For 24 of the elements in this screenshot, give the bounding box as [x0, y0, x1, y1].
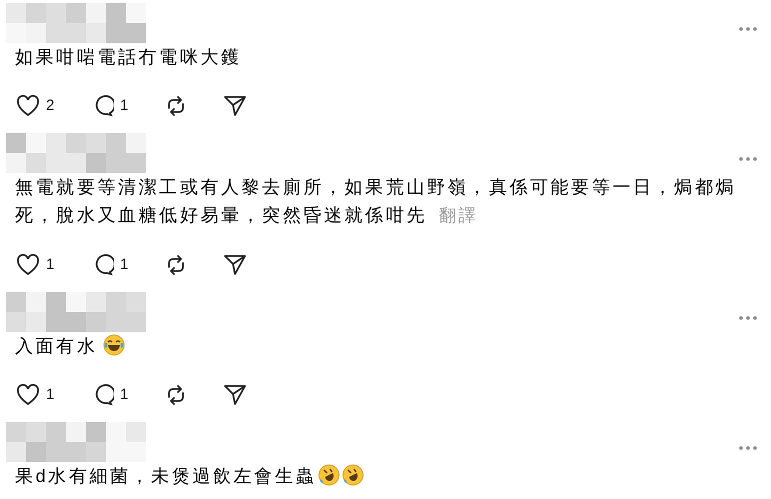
comment-text: 入面有水	[15, 332, 760, 360]
more-options-icon[interactable]	[739, 27, 757, 31]
more-options-icon[interactable]	[739, 157, 757, 161]
heart-icon[interactable]	[16, 384, 40, 406]
reply-count: 1	[120, 96, 128, 116]
comment-text: 無電就要等清潔工或有人黎去廁所，如果荒山野嶺，真係可能要等一日，焗都焗死，脫水又血糖低好易暈，突然昏迷就係咁先 翻譯	[15, 176, 737, 227]
send-icon[interactable]	[223, 94, 247, 118]
like-count: 1	[46, 254, 54, 275]
send-icon[interactable]	[223, 253, 247, 277]
reply-count: 1	[120, 254, 128, 275]
reply-count: 1	[120, 384, 128, 405]
comment-text: 果d水有細菌，未煲過飲左會生蟲	[15, 462, 760, 490]
laughing-emoji-icon	[342, 464, 364, 486]
like-count: 2	[46, 96, 54, 116]
like-count: 1	[46, 384, 54, 405]
more-options-icon[interactable]	[739, 316, 757, 320]
send-icon[interactable]	[223, 383, 247, 407]
comment-text: 如果咁啱電話冇電咪大鑊	[15, 46, 243, 69]
more-options-icon[interactable]	[739, 446, 757, 450]
heart-icon[interactable]	[16, 95, 40, 117]
laughing-emoji-icon	[318, 464, 340, 486]
translate-link[interactable]: 翻譯	[439, 206, 478, 225]
laughing-emoji-icon	[103, 334, 126, 356]
heart-icon[interactable]	[16, 254, 40, 276]
